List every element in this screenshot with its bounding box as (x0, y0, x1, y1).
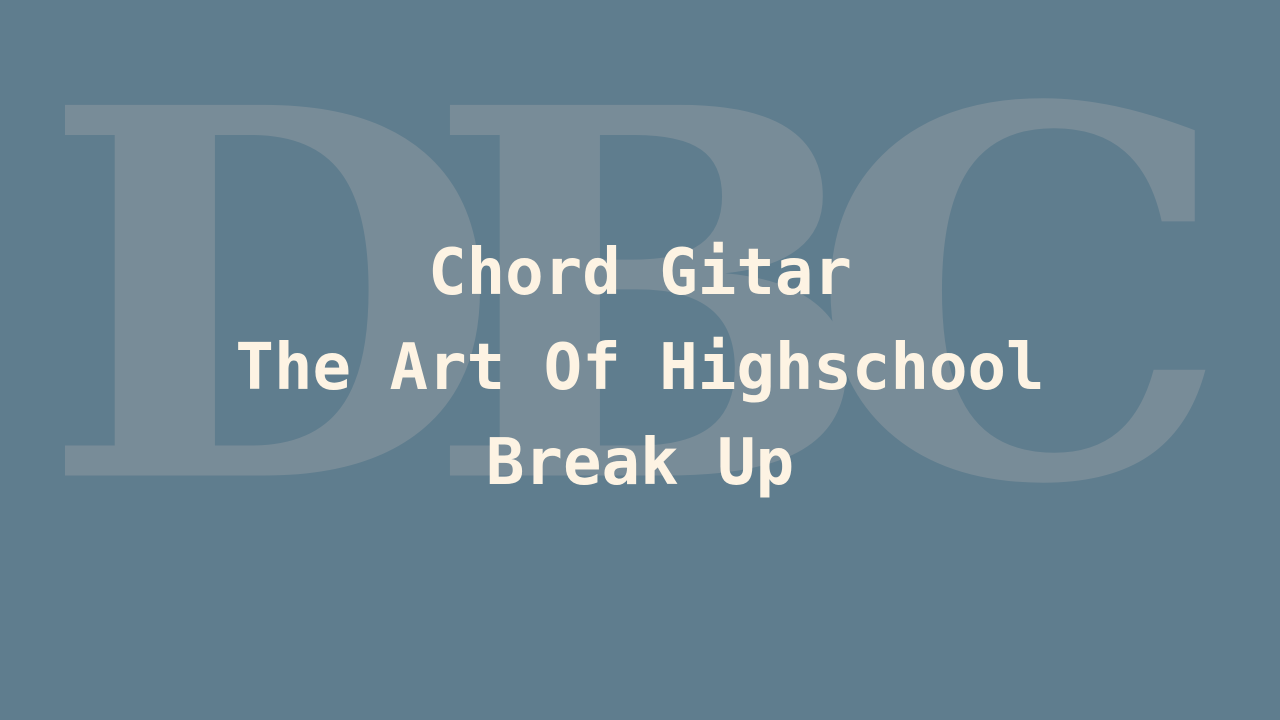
title-line-1: Chord Gitar (428, 236, 852, 310)
title-line-2: The Art Of Highschool (235, 331, 1045, 405)
page-title: Chord Gitar The Art Of Highschool Break … (0, 226, 1280, 511)
title-line-3: Break Up (485, 426, 795, 500)
